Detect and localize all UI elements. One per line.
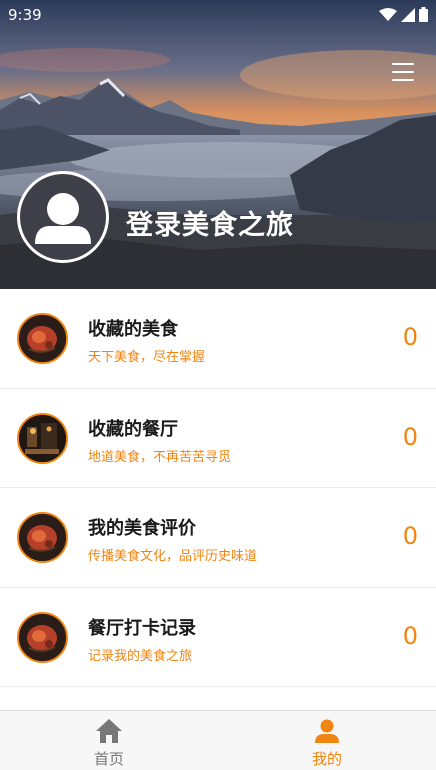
list-item-subtitle: 传播美食文化，品评历史味道 (88, 549, 258, 564)
tab-home[interactable]: 首页 (0, 711, 218, 770)
list-item-subtitle: 记录我的美食之旅 (88, 648, 193, 664)
status-time: 9:39 (8, 6, 42, 24)
list-item-favorite-restaurant[interactable]: 收藏的餐厅 地道美食，不再苦苦寻觅 0 (0, 388, 436, 488)
person-icon (315, 719, 339, 743)
menu-icon[interactable] (392, 63, 414, 81)
status-bar: 9:39 (0, 0, 436, 30)
list-item-favorite-food[interactable]: 收藏的美食 天下美食，尽在掌握 0 (0, 289, 436, 389)
default-avatar-icon (35, 193, 91, 244)
profile-header: 9:39 登录美食之旅 (0, 0, 436, 289)
food-dish-icon (17, 313, 68, 364)
battery-icon (419, 7, 428, 22)
home-icon (96, 719, 122, 743)
bottom-tab-bar: 首页 我的 (0, 710, 436, 770)
list-item-count: 0 (402, 621, 418, 650)
list-item-subtitle: 天下美食，尽在掌握 (88, 350, 206, 365)
list-item-title: 收藏的餐厅 (88, 418, 178, 440)
menu-list: 收藏的美食 天下美食，尽在掌握 0 收藏的餐厅 地道美食，不再苦苦寻觅 0 我的… (0, 289, 436, 687)
food-dish-icon (17, 512, 68, 563)
list-item-title: 餐厅打卡记录 (88, 617, 196, 639)
restaurant-icon (17, 412, 68, 464)
tab-mine[interactable]: 我的 (218, 711, 436, 770)
tab-home-label: 首页 (93, 750, 124, 768)
avatar[interactable] (17, 171, 109, 263)
list-item-food-reviews[interactable]: 我的美食评价 传播美食文化，品评历史味道 0 (0, 488, 436, 588)
food-dish-icon (17, 611, 68, 663)
list-item-checkin-records[interactable]: 餐厅打卡记录 记录我的美食之旅 0 (0, 587, 436, 687)
list-item-title: 我的美食评价 (88, 518, 196, 539)
list-item-title: 收藏的美食 (88, 319, 178, 340)
list-item-count: 0 (402, 422, 418, 451)
wifi-icon (379, 7, 397, 21)
list-item-subtitle: 地道美食，不再苦苦寻觅 (88, 449, 232, 465)
tab-mine-label: 我的 (311, 750, 342, 768)
status-icons (379, 7, 428, 22)
login-title[interactable]: 登录美食之旅 (126, 203, 294, 242)
list-item-count: 0 (402, 522, 418, 550)
cell-signal-icon (401, 7, 415, 22)
list-item-count: 0 (402, 323, 418, 351)
